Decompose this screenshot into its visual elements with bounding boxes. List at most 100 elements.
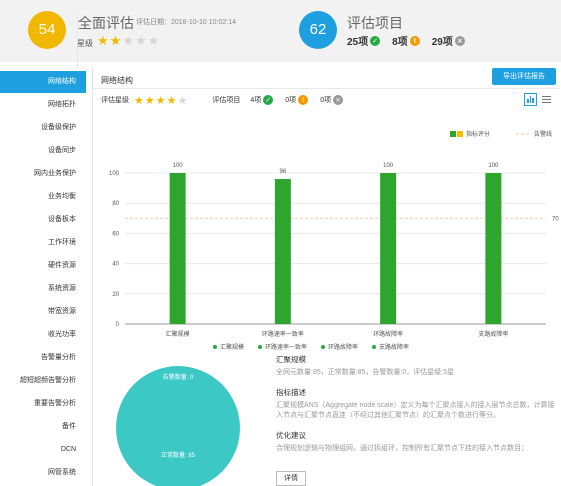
star-icon: ★ [144,93,155,107]
panel-rating-row: 评估星级 ★ ★ ★ ★ ★ 评估项目 4项 ✓ 0项! 0项 × [101,93,344,107]
summary-text: 全网元数量:85，正常数量:85，告警数量:0，评估星级:5星 [276,369,455,376]
export-report-button[interactable]: 导出评估报告 [492,68,556,85]
star-icon: ★ [134,34,147,49]
y-tick-label: 60 [112,231,119,237]
sidebar-item-device-sync[interactable]: 设备同步 [0,140,86,162]
pie-slice-normal[interactable] [116,366,240,486]
summary-header: 54 全面评估 评估日期：2018-10-10 10:02:14 星级 ★ ★ ★ ★… [0,0,561,433]
list-icon-line [542,99,551,100]
suggestion-title: 优化建议 [276,431,306,440]
sidebar-item-spare-parts[interactable]: 备件 [0,416,86,438]
bar [274,179,291,324]
legend-item[interactable]: 环路故障率 [321,342,358,351]
list-icon-line [542,96,551,97]
bar [485,173,502,324]
close-icon: × [454,35,465,46]
panel-pass[interactable]: 4项 ✓ [250,95,274,105]
star-icon: ★ [166,93,177,107]
rating-label: 评估星级 [101,97,129,104]
bar-chart-icon-bar [527,99,529,103]
legend-swatch [457,131,463,137]
bar-chart-icon[interactable] [524,93,537,106]
pie-label-normal: 正常数量: 85 [161,451,196,459]
warn-count[interactable]: 8项! [392,33,420,48]
x-tick-label: 环路速率一致率 [262,330,304,338]
bar-value-label: 100 [173,163,184,169]
legend-item[interactable]: 环路速率一致率 [258,342,307,351]
view-toggle [524,93,553,106]
panel-divider [93,88,559,89]
items-count-badge: 62 [299,11,337,49]
sidebar-item-hardware-resources[interactable]: 硬件资源 [0,255,86,277]
legend-dot-icon [258,345,263,350]
warn-count-label: 8项 [392,37,408,48]
x-tick-label: 环路故障率 [373,330,403,338]
main-panel: 网络结构 导出评估报告 评估星级 ★ ★ ★ ★ ★ 评估项目 4项 ✓ 0项! 0项 × … [92,66,559,486]
x-tick-label: 汇聚规模 [166,330,190,338]
items-summary: 25项 ✓ 8项! 29项 × [347,33,477,48]
bar [169,173,186,324]
y-tick-label: 80 [112,201,119,207]
sidebar-item-device-version[interactable]: 设备板本 [0,209,86,231]
info-panel: 汇聚规模 全网元数量:85，正常数量:85，告警数量:0，评估星级:5星 指标描… [276,354,556,463]
bar-value-label: 100 [488,163,499,169]
bar-chart-svg: 0 20 40 60 80 100 70 100 汇聚规模 96 环路速率一致率 100 环路故障率 10… [109,130,559,338]
check-icon: ✓ [370,35,381,46]
pie-chart-svg: 告警数量: 0 正常数量: 85 [116,366,240,486]
sidebar-item-optical-power[interactable]: 收光功率 [0,324,86,346]
sidebar-item-network-topology[interactable]: 网络拓扑 [0,94,86,116]
y-tick-label: 0 [116,322,120,328]
sidebar-item-alarm-analysis[interactable]: 告警量分析 [0,347,86,369]
sidebar-nav: 网络结构 网络拓扑 设备级保护 设备同步 网内业务保护 业务均衡 设备板本 工作… [0,68,88,486]
sidebar-item-service-protection[interactable]: 网内业务保护 [0,163,86,185]
star-icon: ★ [122,34,134,49]
bar-value-label: 100 [383,163,394,169]
panel-warn-label: 0项 [285,97,297,104]
panel-warn[interactable]: 0项! [285,95,309,105]
legend-dot-icon [321,345,326,350]
items-label: 评估项目 [212,97,241,104]
legend-item[interactable]: 汇聚规模 [213,342,244,351]
sidebar-item-network-structure[interactable]: 网络结构 [0,71,86,93]
fail-count[interactable]: 29项 × [432,33,465,48]
star-icon: ★ [97,34,109,49]
warning-icon: ! [409,35,420,46]
legend-item-label: 环路速率一致率 [265,345,308,351]
y-tick-label: 100 [109,171,120,177]
fail-count-label: 29项 [431,37,453,48]
list-icon-line [542,102,551,103]
bar-chart-icon-bar [529,96,532,103]
sidebar-item-system-resources[interactable]: 系统资源 [0,278,86,300]
sidebar-item-overfreq-alarm-analysis[interactable]: 超短超频告警分析 [0,370,86,392]
legend-item-label: 环路故障率 [328,345,359,351]
bar [380,173,397,324]
panel-star-rating: ★ ★ ★ ★ ★ [134,95,187,106]
star-rating-label: 星级 [77,39,93,48]
suggestion-text: 合理规划逻辑与物理组网，通过拆组环，控制所有汇聚节点下挂的接入节点数目； [276,445,528,452]
legend-item[interactable]: 支路故障率 [372,342,409,351]
sidebar-item-bandwidth-resources[interactable]: 带宽资源 [0,301,86,323]
sidebar-item-major-alarm-analysis[interactable]: 重要告警分析 [0,393,86,415]
check-icon: ✓ [263,95,274,105]
sidebar-item-nms[interactable]: 网管系统 [0,462,86,484]
star-icon: ★ [134,93,144,107]
description-text: 汇聚规模ANS（Aggregate node scale）定义为每个汇聚点接入的… [276,402,555,419]
details-button[interactable]: 详情 [276,471,306,486]
sidebar-item-service-balance[interactable]: 业务均衡 [0,186,86,208]
sidebar-item-work-environment[interactable]: 工作环境 [0,232,86,254]
sidebar-item-device-protection[interactable]: 设备级保护 [0,117,86,139]
summary-title: 汇聚规模 [276,355,306,364]
legend-dot-icon [213,345,217,350]
legend-item-label: 汇聚规模 [220,345,245,351]
pass-count[interactable]: 25项 ✓ [347,33,381,48]
legend-item-label: 支路故障率 [379,345,410,351]
panel-fail[interactable]: 0项 × [320,95,344,105]
star-icon: ★ [155,93,166,107]
sidebar-item-dcn[interactable]: DCN [0,439,86,461]
legend-dot-icon [372,345,377,350]
star-icon: ★ [177,93,188,107]
list-icon[interactable] [540,93,553,106]
overall-score-badge: 54 [28,11,66,49]
legend-label: 告警线 [534,130,552,138]
star-icon: ★ [147,34,160,49]
